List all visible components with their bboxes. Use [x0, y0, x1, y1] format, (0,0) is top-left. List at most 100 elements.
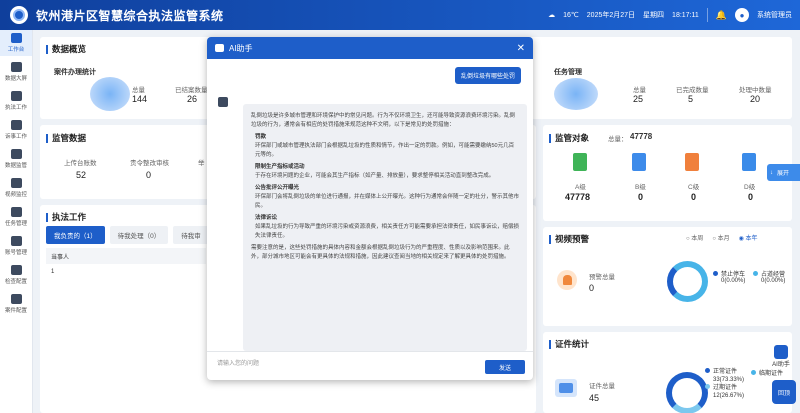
tab-my-responsible[interactable]: 我负责的（1）	[46, 226, 105, 244]
ai-assistant-float-button[interactable]: AI助手	[768, 345, 794, 375]
cert-total-label: 证件总量	[589, 383, 615, 390]
reply-point-body: 环保部门会将乱倒垃圾的单位进行通报，并在媒体上公开曝光。这种行为通常会伴随一定的…	[255, 194, 520, 209]
targets-total-value: 47778	[630, 132, 653, 141]
filter-month[interactable]: ○ 本月	[712, 233, 729, 242]
tab-pending-me[interactable]: 待我处理（0）	[109, 226, 169, 244]
system-logo	[10, 6, 28, 24]
legend-road-occupation: 占道经营	[753, 269, 785, 278]
targets-total-label: 总量：	[608, 136, 628, 143]
case-stats-label: 案件办理统计	[54, 69, 96, 76]
ai-reply: 乱倒垃圾是许多城市管理和环境保护中的常见问题。行为不仅环境卫生，还可能导致资源浪…	[243, 104, 527, 351]
clock-time: 18:17:11	[672, 11, 699, 19]
task-done-label: 已完成数量	[676, 87, 709, 94]
back-to-top-button[interactable]: 回顶	[772, 380, 796, 404]
alarm-total-label: 预警总量	[589, 274, 615, 281]
grade-b-icon	[632, 153, 646, 171]
sidebar-item-video[interactable]: 视频监控	[0, 175, 32, 201]
legend-normal-cert: 正常证件	[705, 368, 744, 376]
reply-intro: 乱倒垃圾是许多城市管理和环境保护中的常见问题。行为不仅环境卫生，还可能导致资源浪…	[251, 113, 516, 128]
grade-b-label: B级	[635, 184, 646, 191]
grade-c-label: C级	[688, 184, 700, 191]
ai-assistant-dialog: AI助手 ✕ 乱倒垃圾有哪些处罚 乱倒垃圾是许多城市管理和环境保护中的常见问题。…	[207, 37, 533, 380]
cert-total-value: 45	[589, 393, 600, 403]
grade-d-icon	[742, 153, 756, 171]
reply-point-body: 如果乱垃圾的行为导致严重的环境污染或资源浪费，相关责任方可能需要承担法律责任，如…	[255, 224, 520, 239]
sidebar-item-tasks[interactable]: 任务管理	[0, 204, 32, 230]
case-closed-label: 已结案数量	[175, 87, 208, 94]
reply-point-title: 法律诉讼	[255, 215, 278, 221]
reply-point-title: 罚款	[255, 134, 267, 140]
legend-no-parking: 禁止停车	[713, 269, 745, 278]
close-icon[interactable]: ✕	[517, 43, 525, 54]
system-title: 钦州港片区智慧综合执法监管系统	[36, 8, 224, 23]
upload-count-value: 52	[76, 170, 87, 180]
grade-c-value: 0	[691, 192, 697, 202]
sidebar-item-enforcement[interactable]: 执法工作	[0, 88, 32, 114]
grade-a-label: A级	[575, 184, 586, 191]
expand-button[interactable]: ↓ 展开	[767, 164, 800, 181]
date: 2025年2月27日	[586, 12, 636, 19]
supervision-title: 监管数据	[46, 132, 86, 144]
sidebar-item-data-screen[interactable]: 数据大屏	[0, 59, 32, 85]
weather-icon: ☁	[548, 12, 556, 19]
grade-a-icon	[573, 153, 587, 171]
reply-point-body: 环保部门或城市管理执法部门会根据乱垃圾的性质和情节，作出一定的罚款。例如，可能需…	[255, 143, 515, 158]
cert-card: 证件统计 证件总量 45 正常证件 33(73.33%) 过期证件 12(26.…	[543, 332, 792, 413]
reply-point-body: 于存在环境问题的企业，可能会其生产指标（如产量、排放量），要求整停相关活动直到整…	[255, 173, 495, 179]
filter-week[interactable]: ○ 本周	[686, 233, 703, 242]
upload-count-label: 上传台账数	[64, 160, 97, 167]
question-input-placeholder: 请输入您的问题	[217, 361, 260, 367]
legend-expired-cert-value: 12(26.67%)	[713, 393, 745, 399]
weekday: 星期四	[643, 12, 665, 19]
send-button[interactable]: 发送	[485, 360, 525, 374]
avatar[interactable]: ●	[735, 8, 749, 22]
table-row[interactable]: 1	[46, 269, 54, 275]
sidebar-item-complaint[interactable]: 诉事工作	[0, 117, 32, 143]
cert-title: 证件统计	[549, 338, 589, 350]
grade-d-label: D级	[744, 184, 756, 191]
folder-icon	[10, 294, 22, 304]
sidebar-item-inspection[interactable]: 检查配置	[0, 262, 32, 288]
workbench-icon	[10, 33, 22, 43]
reply-point-title: 公告批评公开曝光	[255, 185, 300, 191]
tab-pending-review[interactable]: 待我审	[173, 226, 209, 244]
report-label: 举	[198, 160, 205, 167]
targets-card: 监管对象 总量： 47778 A级 47778 B级 0 C级 0 D级 0	[543, 125, 792, 221]
task-mgmt-label: 任务管理	[554, 69, 582, 76]
sidebar-item-workbench[interactable]: 工作台	[0, 30, 32, 56]
rectify-value: 0	[146, 170, 152, 180]
username[interactable]: 系统管理员	[757, 10, 792, 20]
question-input[interactable]: 请输入您的问题 发送	[207, 351, 533, 380]
task-total-value: 25	[633, 94, 644, 104]
bell-icon[interactable]: 🔔	[716, 10, 727, 21]
enforcement-title: 执法工作	[46, 211, 86, 223]
task-pending-value: 20	[750, 94, 761, 104]
case-total-value: 144	[132, 94, 148, 104]
sidebar-item-case-config[interactable]: 案件配置	[0, 291, 32, 317]
overview-title: 数据概览	[46, 43, 86, 55]
targets-title: 监管对象	[549, 132, 589, 144]
clipboard-icon	[10, 120, 22, 130]
sidebar-item-accounts[interactable]: 账号管理	[0, 233, 32, 259]
task-total-label: 总量	[633, 87, 646, 94]
row-number: 1	[51, 269, 55, 275]
sidebar-item-monitoring[interactable]: 数据监管	[0, 146, 32, 172]
ai-float-label: AI助手	[772, 362, 790, 368]
grade-d-value: 0	[748, 192, 754, 202]
task-icon	[10, 207, 22, 217]
chart-icon	[10, 149, 22, 159]
top-header: 钦州港片区智慧综合执法监管系统 ☁ 16℃ 2025年2月27日 星期四 18:…	[0, 0, 800, 30]
party-column-header: 当事人	[51, 255, 70, 261]
video-card: 视频预警 ○ 本周 ○ 本月 ◉ 本年 预警总量 0 禁止停车 0(0.00%)…	[543, 227, 792, 326]
filter-year[interactable]: ◉ 本年	[739, 233, 758, 242]
task-platform-icon	[554, 78, 598, 110]
legend-expired-cert: 过期证件	[705, 384, 744, 392]
case-closed-value: 26	[187, 94, 198, 104]
certificate-icon	[555, 379, 577, 397]
grade-b-value: 0	[638, 192, 644, 202]
user-question: 乱倒垃圾有哪些处罚	[454, 67, 521, 84]
reply-outro: 需要注意的是，这些处罚措施的具体内容和金额会根据乱倒垃圾行为的严重程度、性质以及…	[251, 245, 510, 260]
task-done-value: 5	[688, 94, 694, 104]
screen-icon	[10, 62, 22, 72]
table-header: 当事人	[46, 248, 206, 264]
